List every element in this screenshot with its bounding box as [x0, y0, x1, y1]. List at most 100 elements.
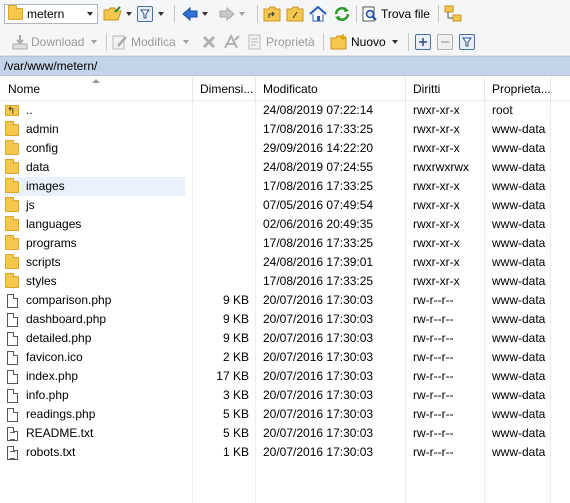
- file-name-cell[interactable]: admin: [5, 120, 185, 139]
- file-name-cell[interactable]: comparison.php: [5, 291, 185, 310]
- folder-icon: [5, 234, 19, 250]
- rename-button[interactable]: [223, 31, 241, 53]
- directory-selector[interactable]: metern: [4, 4, 98, 24]
- file-name: favicon.ico: [26, 350, 83, 364]
- parent-directory-row[interactable]: .. 24/08/2019 07:22:14 rwxr-xr-x root: [0, 101, 570, 120]
- new-button[interactable]: Nuovo: [330, 31, 398, 53]
- home-directory-button[interactable]: [309, 3, 327, 25]
- file-name-cell[interactable]: dashboard.php: [5, 310, 185, 329]
- file-row[interactable]: programs 17/08/2016 17:33:25 rwxr-xr-x www-…: [0, 234, 570, 253]
- file-permissions: rwxr-xr-x: [413, 179, 460, 193]
- file-modified: 20/07/2016 17:30:03: [263, 331, 374, 345]
- file-row[interactable]: admin 17/08/2016 17:33:25 rwxr-xr-x www-dat…: [0, 120, 570, 139]
- file-name-cell[interactable]: programs: [5, 234, 185, 253]
- file-row[interactable]: data 24/08/2019 07:24:55 rwxrwxrwx www-data: [0, 158, 570, 177]
- file-owner: www-data: [492, 274, 546, 288]
- chevron-down-icon[interactable]: [202, 12, 208, 16]
- filter-files-button[interactable]: [459, 31, 475, 53]
- filter-button[interactable]: [137, 3, 164, 25]
- file-name-cell[interactable]: index.php: [5, 367, 185, 386]
- file-icon-wrapper: [5, 426, 19, 441]
- chevron-down-icon[interactable]: [126, 12, 132, 16]
- file-permissions: rwxr-xr-x: [413, 103, 460, 117]
- file-modified: 20/07/2016 17:30:03: [263, 388, 374, 402]
- column-header-modified[interactable]: Modificato: [255, 77, 405, 101]
- chevron-down-icon[interactable]: [91, 40, 98, 44]
- edit-button[interactable]: Modifica: [112, 31, 189, 53]
- file-modified: 17/08/2016 17:33:25: [263, 122, 374, 136]
- download-button[interactable]: Download: [12, 31, 98, 53]
- root-directory-button[interactable]: [286, 3, 304, 25]
- file-row[interactable]: images 17/08/2016 17:33:25 rwxr-xr-x www-da…: [0, 177, 570, 196]
- file-icon: [6, 331, 18, 346]
- file-name-cell[interactable]: data: [5, 158, 185, 177]
- delete-button[interactable]: [201, 31, 217, 53]
- file-name-cell[interactable]: languages: [5, 215, 185, 234]
- file-row[interactable]: detailed.php 9 KB 20/07/2016 17:30:03 rw-r-…: [0, 329, 570, 348]
- file-name-cell[interactable]: robots.txt: [5, 443, 185, 462]
- file-name-cell[interactable]: README.txt: [5, 424, 185, 443]
- file-row[interactable]: js 07/05/2016 07:49:54 rwxr-xr-x www-data: [0, 196, 570, 215]
- file-row[interactable]: README.txt 5 KB 20/07/2016 17:30:03 rw-r--r…: [0, 424, 570, 443]
- file-name-cell[interactable]: info.php: [5, 386, 185, 405]
- filter-icon: [459, 34, 475, 50]
- chevron-down-icon[interactable]: [87, 12, 93, 16]
- find-files-button[interactable]: Trova file: [362, 3, 430, 25]
- file-row[interactable]: config 29/09/2016 14:22:20 rwxr-xr-x www-da…: [0, 139, 570, 158]
- file-name: detailed.php: [26, 331, 92, 345]
- file-name-cell[interactable]: detailed.php: [5, 329, 185, 348]
- folder-icon: [5, 215, 19, 231]
- file-row[interactable]: robots.txt 1 KB 20/07/2016 17:30:03 rw-r--r…: [0, 443, 570, 462]
- file-row[interactable]: favicon.ico 2 KB 20/07/2016 17:30:03 rw-r--…: [0, 348, 570, 367]
- file-row[interactable]: comparison.php 9 KB 20/07/2016 17:30:03 rw-…: [0, 291, 570, 310]
- file-row[interactable]: readings.php 5 KB 20/07/2016 17:30:03 rw-r-…: [0, 405, 570, 424]
- file-name-cell[interactable]: styles: [5, 272, 185, 291]
- file-row[interactable]: styles 17/08/2016 17:33:25 rwxr-xr-x www-da…: [0, 272, 570, 291]
- chevron-down-icon[interactable]: [239, 12, 245, 16]
- file-name-cell[interactable]: readings.php: [5, 405, 185, 424]
- file-name: info.php: [26, 388, 69, 402]
- delete-icon: [202, 35, 216, 49]
- file-name-cell[interactable]: ..: [5, 101, 185, 120]
- open-directory-button[interactable]: [103, 3, 132, 25]
- column-header-permissions[interactable]: Diritti: [405, 77, 484, 101]
- column-header-name[interactable]: Nome: [0, 77, 192, 101]
- file-modified: 17/08/2016 17:33:25: [263, 179, 374, 193]
- root-folder-icon: [286, 6, 304, 22]
- properties-button[interactable]: Proprietà: [247, 31, 315, 53]
- file-permissions: rw-r--r--: [413, 445, 454, 459]
- file-modified: 17/08/2016 17:33:25: [263, 236, 374, 250]
- current-path: /var/www/metern/: [0, 56, 570, 76]
- home-icon: [309, 6, 327, 22]
- file-row[interactable]: languages 02/06/2016 20:49:35 rwxr-xr-x www…: [0, 215, 570, 234]
- file-name-cell[interactable]: favicon.ico: [5, 348, 185, 367]
- file-size: [192, 139, 249, 158]
- chevron-down-icon[interactable]: [182, 40, 189, 44]
- select-files-button[interactable]: [415, 31, 431, 53]
- deselect-files-button[interactable]: [437, 31, 453, 53]
- file-row[interactable]: index.php 17 KB 20/07/2016 17:30:03 rw-r--r…: [0, 367, 570, 386]
- file-modified: 24/08/2019 07:22:14: [263, 103, 374, 117]
- file-name: admin: [26, 122, 59, 136]
- forward-button[interactable]: [218, 3, 245, 25]
- file-modified: 02/06/2016 20:49:35: [263, 217, 374, 231]
- file-actions-toolbar: Download Modifica Proprietà Nuovo: [0, 28, 570, 56]
- file-row[interactable]: scripts 24/08/2016 17:39:01 rwxr-xr-x www-d…: [0, 253, 570, 272]
- folder-icon: [5, 196, 19, 212]
- chevron-down-icon[interactable]: [158, 12, 164, 16]
- file-name-cell[interactable]: scripts: [5, 253, 185, 272]
- tree-toggle-button[interactable]: [444, 3, 462, 25]
- file-name-cell[interactable]: config: [5, 139, 185, 158]
- column-header-size[interactable]: Dimensi...: [192, 77, 255, 101]
- file-name-cell[interactable]: images: [5, 177, 185, 196]
- chevron-down-icon[interactable]: [391, 40, 398, 44]
- file-name-cell[interactable]: js: [5, 196, 185, 215]
- file-row[interactable]: info.php 3 KB 20/07/2016 17:30:03 rw-r--r--…: [0, 386, 570, 405]
- column-header-owner[interactable]: Proprieta...: [484, 77, 550, 101]
- file-row[interactable]: dashboard.php 9 KB 20/07/2016 17:30:03 rw-r…: [0, 310, 570, 329]
- text-file-icon: [6, 445, 18, 460]
- file-modified: 07/05/2016 07:49:54: [263, 198, 374, 212]
- back-button[interactable]: [181, 3, 208, 25]
- parent-directory-button[interactable]: [263, 3, 281, 25]
- refresh-button[interactable]: [333, 3, 351, 25]
